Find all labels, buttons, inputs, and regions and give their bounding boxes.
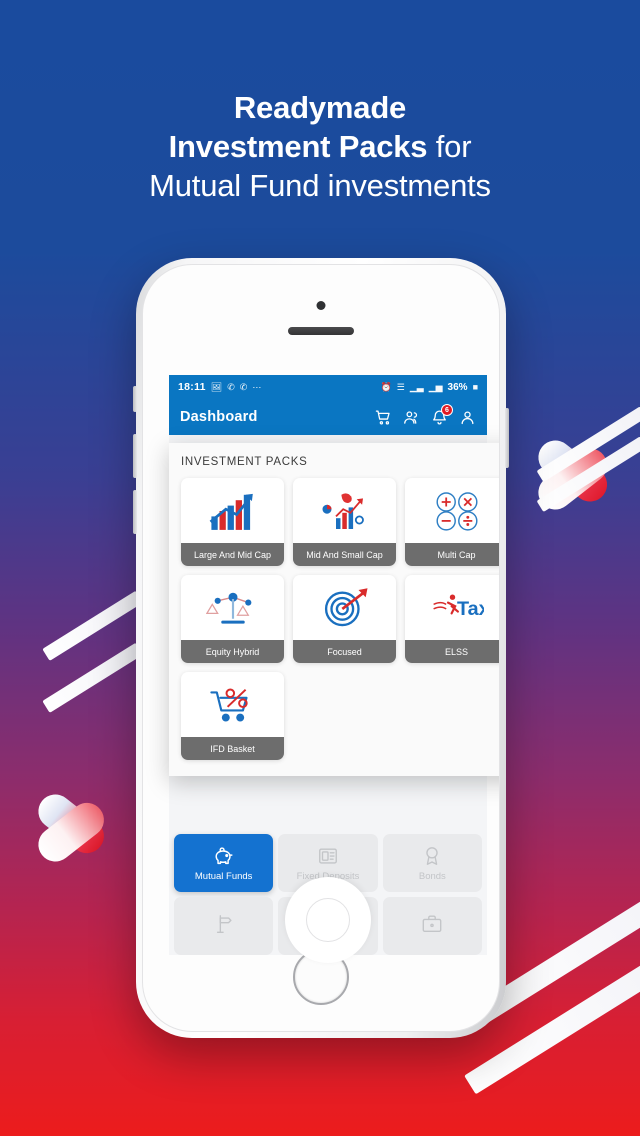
growth-bars-icon <box>181 478 284 543</box>
tax-icon: Tax <box>405 575 499 640</box>
bell-icon[interactable]: 6 <box>431 403 453 426</box>
people-icon[interactable] <box>403 409 420 426</box>
chevron-arrow-left <box>31 780 134 872</box>
battery-level: 36% <box>447 381 468 393</box>
deco-stripe <box>42 642 143 713</box>
headline-line-2-rest: for <box>427 129 472 164</box>
signpost-icon <box>216 915 232 933</box>
wifi-icon: ☰ <box>396 381 405 392</box>
status-bar: 18:11 🖼 ✆ ✆ ⋯ ⏰ ☰ ▁▃ ▁▅ 36% ■ <box>169 375 487 399</box>
tile-briefcase[interactable] <box>382 897 482 955</box>
pack-label: Equity Hybrid <box>181 640 284 663</box>
photo-icon: 🖼 <box>210 381 223 392</box>
headline-line-3: Mutual Fund investments <box>149 168 491 203</box>
whatsapp-icon: ✆ <box>239 381 248 392</box>
briefcase-icon <box>422 915 442 933</box>
pack-focused[interactable]: Focused <box>293 575 396 663</box>
pack-equity-hybrid[interactable]: Equity Hybrid <box>181 575 284 663</box>
deco-stripe <box>42 590 143 661</box>
balance-scale-icon <box>181 575 284 640</box>
pack-mid-and-small-cap[interactable]: Mid And Small Cap <box>293 478 396 566</box>
earpiece-speaker <box>288 327 354 335</box>
svg-text:Tax: Tax <box>457 598 484 620</box>
fab-ring <box>306 898 350 942</box>
deco-stripe <box>536 406 640 483</box>
tile-bonds[interactable]: Bonds <box>382 834 482 892</box>
chevron-arrow-right <box>531 424 638 520</box>
headline-line-2-bold: Investment Packs <box>168 129 428 164</box>
target-dart-icon <box>293 575 396 640</box>
pack-label: Multi Cap <box>405 543 499 566</box>
pack-label: Mid And Small Cap <box>293 543 396 566</box>
dashboard-body: INVESTMENT PACKS Large And Mid Cap Mid A… <box>169 435 499 963</box>
tile-label: Bonds <box>418 870 446 882</box>
signal-dual-icon: ▁▃ <box>409 381 424 392</box>
pack-ifd-basket[interactable]: IFD Basket <box>181 672 284 760</box>
notification-badge: 6 <box>441 403 453 416</box>
bond-ribbon-icon <box>426 846 439 865</box>
pack-label: ELSS <box>405 640 499 663</box>
cart-percent-icon <box>181 672 284 737</box>
tile-mutual-funds[interactable]: Mutual Funds <box>174 834 274 892</box>
power-button[interactable] <box>505 408 509 468</box>
pack-multi-cap[interactable]: Multi Cap <box>405 478 499 566</box>
mute-switch[interactable] <box>133 386 137 412</box>
pack-label: Focused <box>293 640 396 663</box>
cart-icon[interactable] <box>375 409 392 426</box>
packs-grid: Large And Mid Cap Mid And Small Cap Mult… <box>181 478 499 760</box>
volume-up-button[interactable] <box>133 434 137 478</box>
phone-mockup: 18:11 🖼 ✆ ✆ ⋯ ⏰ ☰ ▁▃ ▁▅ 36% ■ Dashboard <box>133 258 509 1038</box>
investment-packs-panel: INVESTMENT PACKS Large And Mid Cap Mid A… <box>169 443 499 776</box>
signal-icon: ▁▅ <box>428 381 443 392</box>
battery-icon: ■ <box>472 382 478 392</box>
volume-down-button[interactable] <box>133 490 137 534</box>
status-time: 18:11 <box>178 381 206 393</box>
front-camera <box>316 301 326 310</box>
app-bar: Dashboard 6 <box>169 399 487 435</box>
piggy-bank-icon <box>215 846 233 864</box>
category-tiles: Mutual Funds Fixed Deposits Bonds <box>169 828 487 963</box>
phone-screen-bezel: 18:11 🖼 ✆ ✆ ⋯ ⏰ ☰ ▁▃ ▁▅ 36% ■ Dashboard <box>142 264 500 1032</box>
profile-icon[interactable] <box>459 409 476 426</box>
deco-stripe <box>536 436 640 513</box>
app-bar-title: Dashboard <box>180 409 258 425</box>
app-screen: 18:11 🖼 ✆ ✆ ⋯ ⏰ ☰ ▁▃ ▁▅ 36% ■ Dashboard <box>169 375 499 963</box>
headline-line-1: Readymade <box>233 90 407 125</box>
pack-label: Large And Mid Cap <box>181 543 284 566</box>
pack-elss[interactable]: Tax ELSS <box>405 575 499 663</box>
tile-label: Mutual Funds <box>194 870 253 882</box>
packs-section-title: INVESTMENT PACKS <box>181 456 308 468</box>
pack-large-and-mid-cap[interactable]: Large And Mid Cap <box>181 478 284 566</box>
app-bar-actions: 6 <box>375 403 476 426</box>
alarm-icon: ⏰ <box>380 381 392 392</box>
analytics-chart-icon <box>293 478 396 543</box>
more-dots-icon: ⋯ <box>252 381 262 392</box>
pack-label: IFD Basket <box>181 737 284 760</box>
page-title: Readymade Investment Packs for Mutual Fu… <box>0 88 640 205</box>
tile-signpost[interactable] <box>174 897 274 955</box>
whatsapp-icon: ✆ <box>227 381 235 392</box>
center-floating-action-button[interactable] <box>285 877 371 963</box>
calculator-ops-icon <box>405 478 499 543</box>
deposit-box-icon <box>319 847 337 864</box>
